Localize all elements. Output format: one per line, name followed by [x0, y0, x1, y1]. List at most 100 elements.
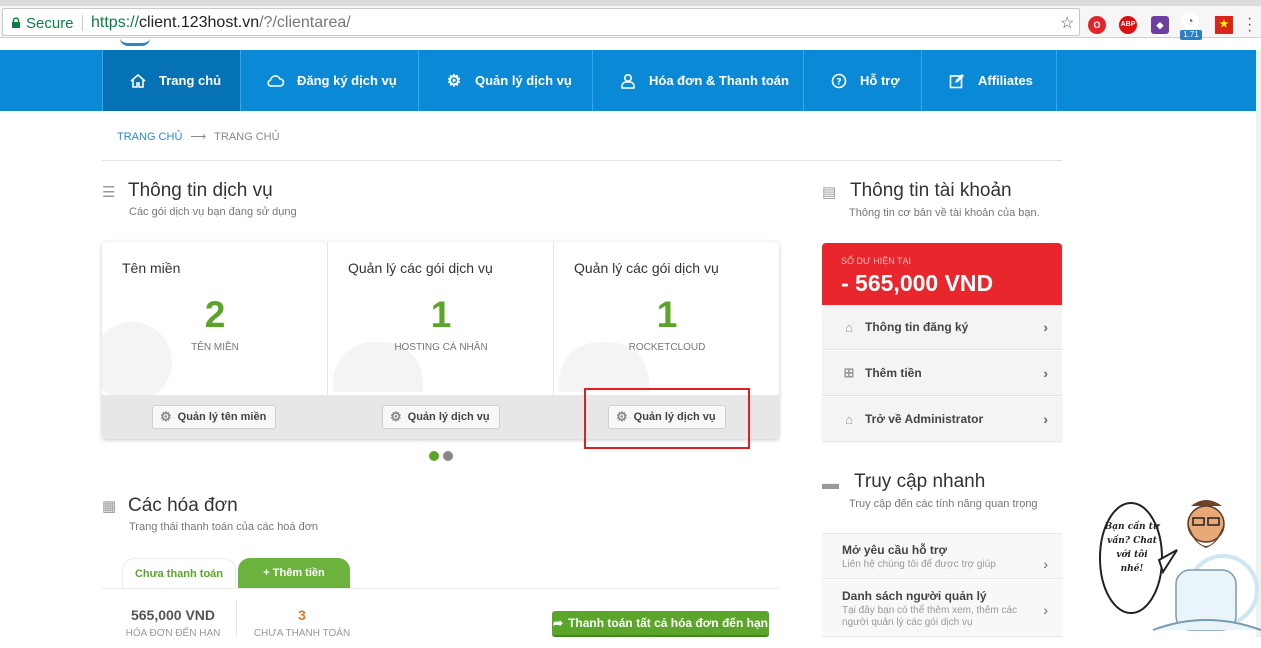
nav-label: Đăng ký dịch vụ — [297, 73, 397, 88]
card-label: TÊN MIỀN — [191, 342, 239, 353]
breadcrumb-current: TRANG CHỦ — [214, 131, 280, 143]
chevron-right-icon: › — [1043, 365, 1048, 381]
services-title: Thông tin dịch vụ — [128, 180, 273, 201]
nav-label: Affiliates — [978, 73, 1033, 88]
card-title: Quản lý các gói dịch vụ — [348, 260, 493, 276]
lock-icon — [12, 17, 20, 28]
tab-add-funds[interactable]: + Thêm tiền — [238, 558, 350, 588]
card-count: 2 — [204, 294, 226, 335]
button-label: Quản lý dịch vụ — [407, 411, 490, 423]
extension-cube-icon[interactable]: ◆ — [1151, 16, 1169, 34]
card-label: ROCKETCLOUD — [628, 342, 706, 353]
nav-affiliates[interactable]: Affiliates — [922, 50, 1057, 111]
address-bar: Secure https://client.123host.vn/?/clien… — [0, 6, 1261, 40]
carousel-dot-active[interactable] — [429, 451, 439, 461]
balance-label: SỐ DƯ HIỆN TẠI — [841, 256, 912, 266]
service-card-hosting: Quản lý các gói dịch vụ 1 HOSTING CÁ NHÂ… — [328, 242, 554, 439]
browser-chrome: Secure https://client.123host.vn/?/clien… — [0, 0, 1261, 50]
row-label: Thêm tiền — [865, 366, 922, 380]
url-text: https://client.123host.vn/?/clientarea/ — [91, 14, 351, 32]
highlight-box — [584, 388, 750, 449]
opera-icon[interactable]: O — [1088, 16, 1106, 34]
invoices-subtitle: Trạng thái thanh toán của các hoá đơn — [129, 521, 319, 533]
pay-all-button[interactable]: ➦ Thanh toán tất cả hóa đơn đến hạn — [552, 611, 769, 637]
edit-icon — [948, 72, 966, 90]
back-to-admin-link[interactable]: ⌂ Trở về Administrator › — [822, 397, 1062, 441]
nav-manage-service[interactable]: ⚙ Quản lý dịch vụ — [419, 50, 593, 111]
nav-support[interactable]: ? Hỗ trợ — [804, 50, 922, 111]
chat-bubble-text: Bạn cần tư vấn? Chat với tôi nhé! — [1104, 522, 1160, 574]
home-icon: ⌂ — [845, 319, 853, 335]
plus-square-icon: ⊞ — [843, 365, 855, 380]
share-arrow-icon: ➦ — [553, 616, 564, 630]
qa-title: Danh sách người quản lý — [842, 589, 987, 603]
svg-text:?: ? — [836, 77, 841, 87]
manage-hosting-button[interactable]: ⚙ Quản lý dịch vụ — [382, 405, 500, 429]
chevron-right-icon: › — [1043, 602, 1048, 618]
arrow-right-icon: ⟶ — [190, 131, 207, 143]
chevron-right-icon: › — [1043, 411, 1048, 427]
home-icon: ⌂ — [845, 411, 853, 427]
card-label: HOSTING CÁ NHÂN — [394, 342, 488, 353]
due-amount-label: HÓA ĐƠN ĐẾN HẠN — [125, 628, 221, 639]
services-subtitle: Các gói dịch vụ bạn đang sử dụng — [129, 206, 297, 218]
balance-value: - 565,000 VND — [841, 270, 994, 296]
gear-icon: ⚙ — [160, 409, 172, 424]
divider — [236, 600, 237, 637]
invoices-title: Các hóa đơn — [128, 495, 238, 516]
nav-label: Hóa đơn & Thanh toán — [649, 73, 789, 88]
main-nav: Trang chủ Đăng ký dịch vụ ⚙ Quản lý dịch… — [0, 50, 1261, 111]
managers-list-link[interactable]: Danh sách người quản lý Tại đây bạn có t… — [822, 580, 1062, 637]
row-label: Thông tin đăng ký — [865, 320, 969, 334]
gear-icon: ⚙ — [446, 72, 462, 90]
account-title: Thông tin tài khoản — [850, 180, 1012, 201]
url-scheme: https:// — [91, 14, 140, 31]
card-footer: ⚙ Quản lý dịch vụ — [328, 395, 554, 439]
carousel-dot[interactable] — [443, 451, 453, 461]
nav-home[interactable]: Trang chủ — [102, 50, 241, 111]
balance-box: SỐ DƯ HIỆN TẠI - 565,000 VND — [822, 243, 1062, 305]
chevron-right-icon: › — [1043, 556, 1048, 572]
button-label: Thanh toán tất cả hóa đơn đến hạn — [568, 616, 768, 630]
card-count: 1 — [430, 294, 452, 335]
logo — [120, 38, 150, 46]
vietnam-flag-icon[interactable]: ★ — [1215, 16, 1233, 34]
account-subtitle: Thông tin cơ bản về tài khoản của bạn. — [849, 207, 1040, 219]
chevron-right-icon: › — [1043, 319, 1048, 335]
qa-desc: Tại đây bạn có thể thêm xem, thêm các ng… — [842, 605, 1018, 628]
qa-desc: Liên hệ chúng tôi để được trợ giúp — [842, 559, 996, 570]
bookmark-star-icon[interactable]: ☆ — [1060, 13, 1074, 33]
nav-invoices[interactable]: Hóa đơn & Thanh toán — [593, 50, 804, 111]
breadcrumb: TRANG CHỦ ⟶ TRANG CHỦ — [117, 130, 280, 143]
id-card-icon: ▤ — [822, 184, 837, 201]
add-funds-link[interactable]: ⊞ Thêm tiền › — [822, 351, 1062, 396]
adblock-icon[interactable]: ABP — [1119, 16, 1137, 34]
url-input[interactable]: Secure https://client.123host.vn/?/clien… — [2, 8, 1080, 36]
manage-domains-button[interactable]: ⚙ Quản lý tên miền — [152, 405, 277, 429]
divider — [82, 15, 83, 31]
nav-label: Trang chủ — [159, 73, 222, 88]
invoice-icon: ▦ — [102, 498, 117, 515]
gear-icon: ⚙ — [390, 409, 402, 424]
due-amount: 565,000 VND — [130, 607, 216, 623]
tab-unpaid[interactable]: Chưa thanh toán — [122, 558, 236, 588]
speed-icon[interactable]: ◔ — [1181, 12, 1199, 30]
menu-icon[interactable]: · · · — [1247, 11, 1252, 39]
url-host: client.123host.vn — [139, 14, 260, 31]
nav-label: Quản lý dịch vụ — [475, 73, 572, 88]
user-icon — [619, 72, 637, 90]
qa-title: Mở yêu cầu hỗ trợ — [842, 543, 948, 557]
nav-label: Hỗ trợ — [860, 73, 900, 88]
account-info-link[interactable]: ⌂ Thông tin đăng ký › — [822, 305, 1062, 350]
quick-access-subtitle: Truy cập đến các tính năng quan trọng — [849, 498, 1038, 510]
open-ticket-link[interactable]: Mở yêu cầu hỗ trợ Liên hệ chúng tôi để đ… — [822, 533, 1062, 579]
home-icon — [129, 72, 147, 90]
extension-badge: 1.71 — [1180, 30, 1202, 40]
nav-register-service[interactable]: Đăng ký dịch vụ — [241, 50, 419, 111]
card-title: Tên miền — [122, 260, 181, 276]
unpaid-count-label: CHƯA THANH TOÁN — [253, 628, 351, 639]
breadcrumb-home-link[interactable]: TRANG CHỦ — [117, 131, 182, 143]
button-label: Quản lý tên miền — [177, 411, 267, 423]
help-icon: ? — [830, 72, 848, 90]
chat-mascot[interactable]: Bạn cần tư vấn? Chat với tôi nhé! — [1093, 490, 1261, 637]
